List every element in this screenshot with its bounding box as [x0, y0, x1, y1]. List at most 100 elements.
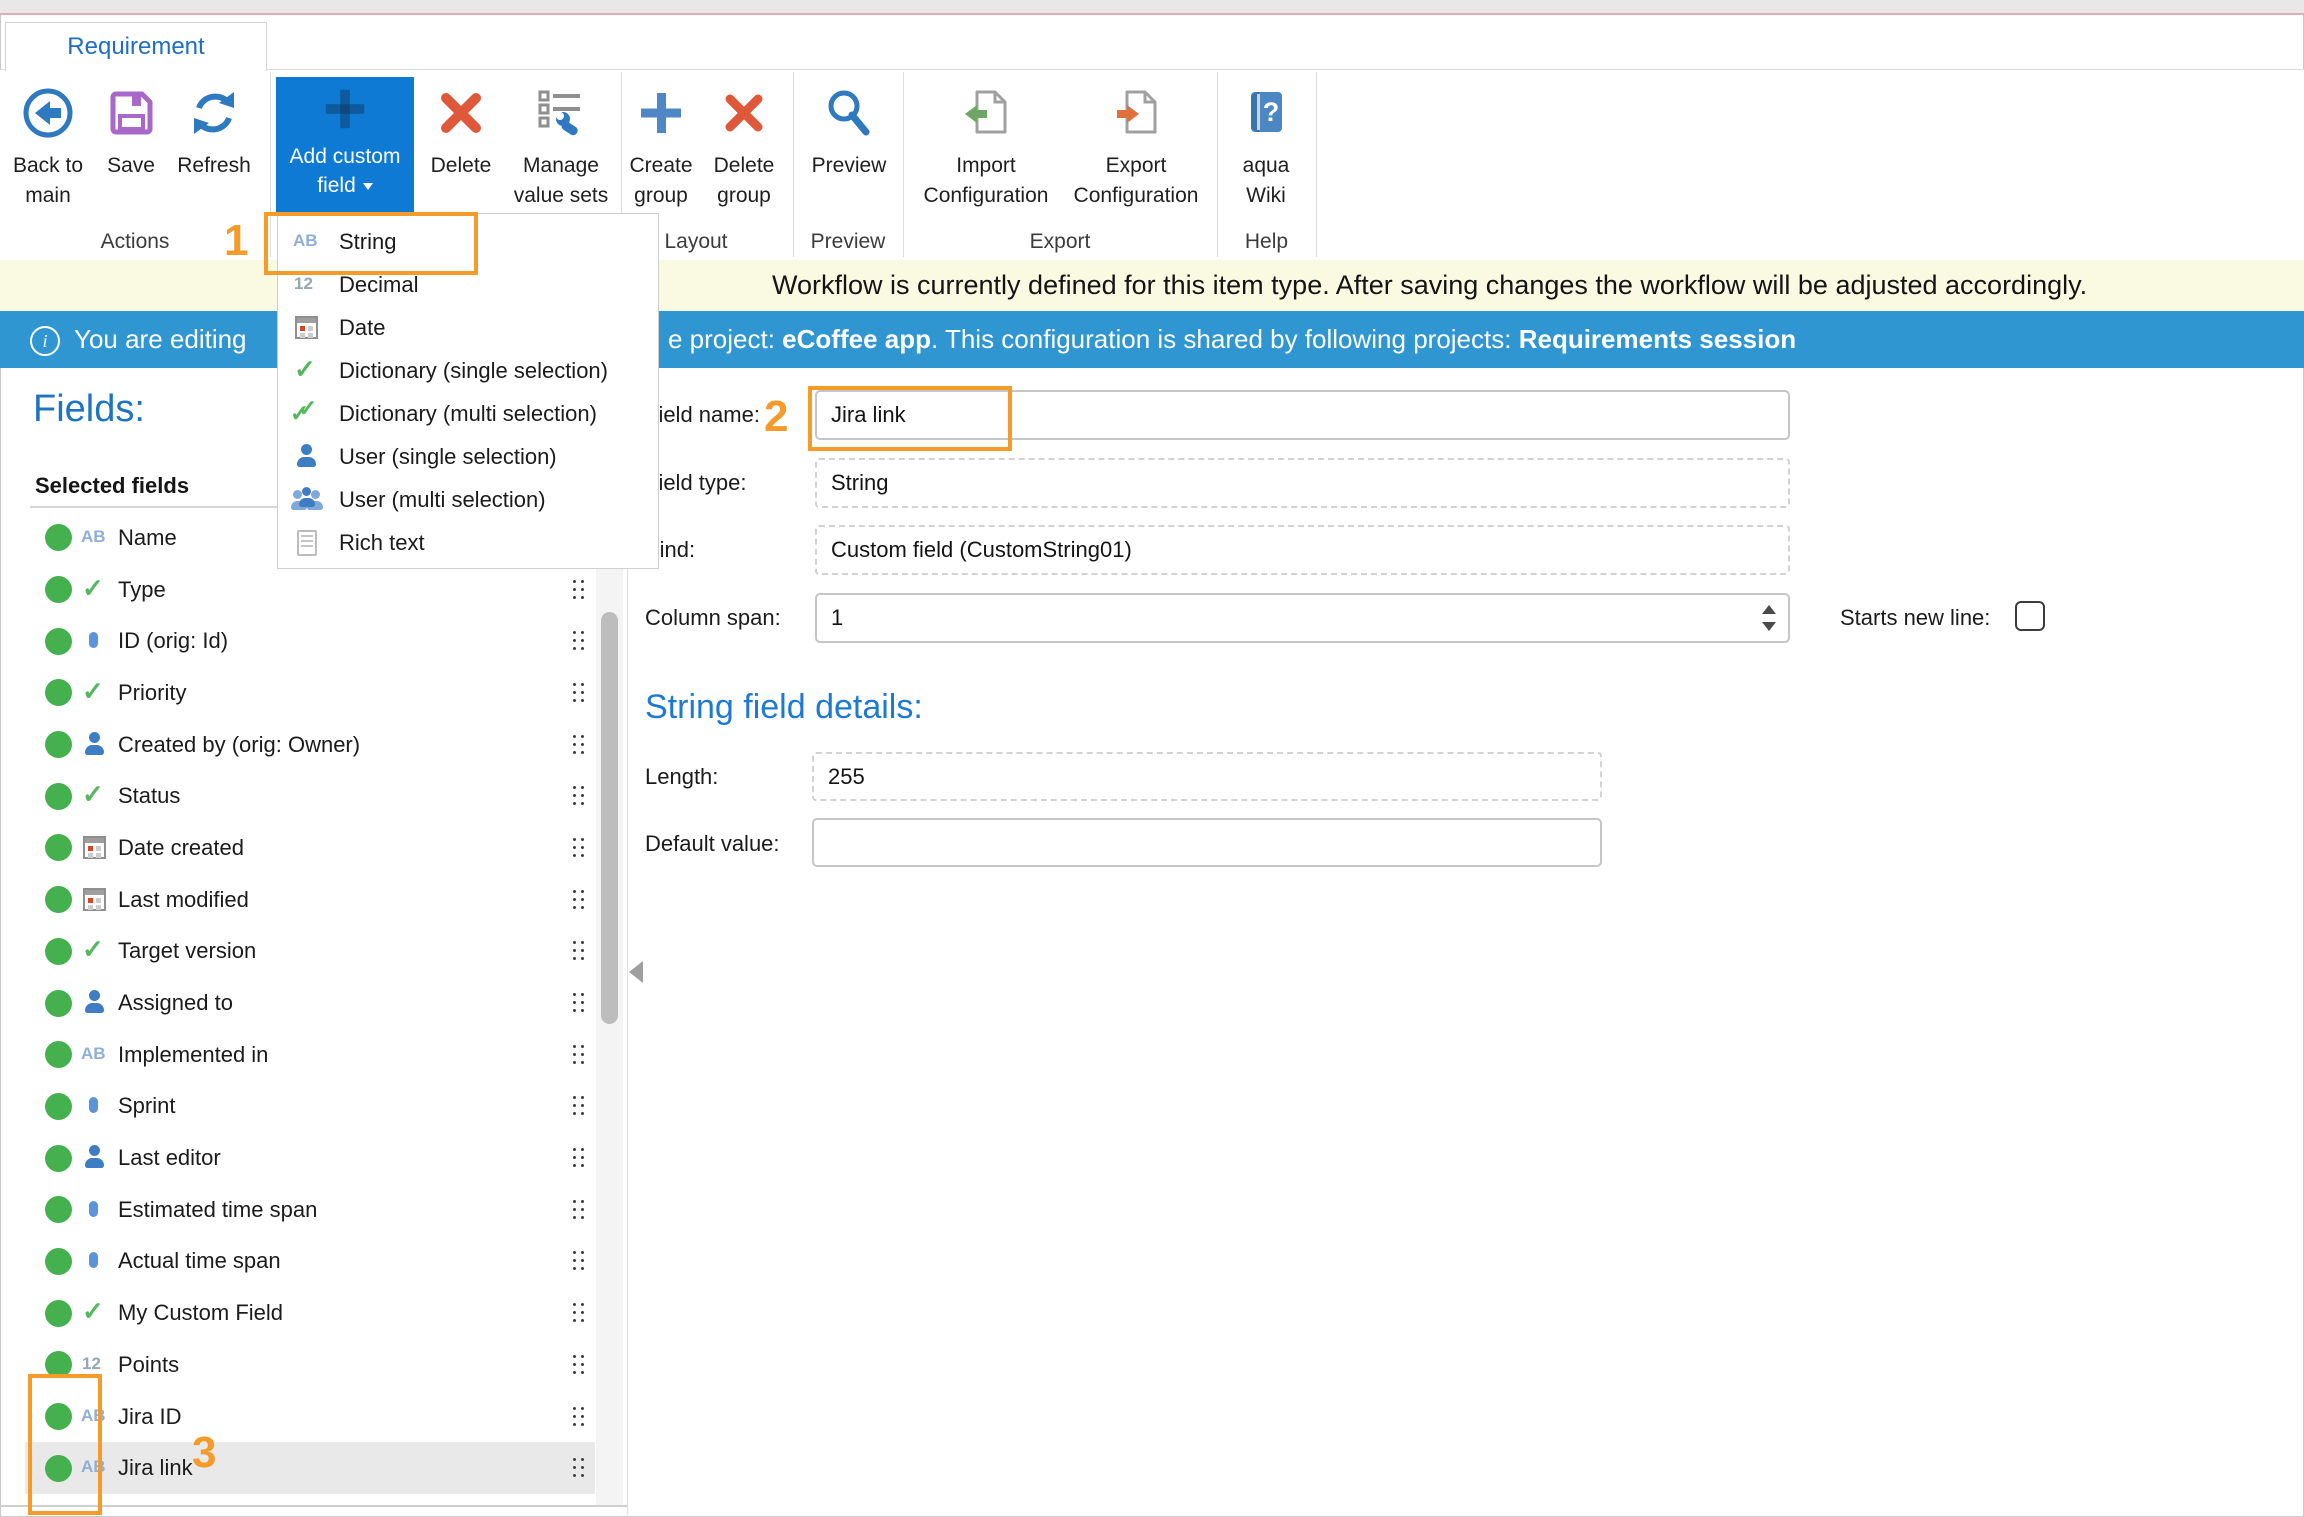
drag-handle-icon[interactable] [573, 1096, 585, 1116]
menu-item[interactable]: Rich text [278, 521, 658, 564]
dropdown-caret-icon [363, 183, 373, 190]
starts-new-line-checkbox[interactable] [2015, 601, 2045, 631]
drag-handle-icon[interactable] [573, 1251, 585, 1271]
field-row[interactable]: Estimated time span [25, 1184, 595, 1236]
drag-handle-icon[interactable] [573, 735, 585, 755]
tab-requirement[interactable]: Requirement [5, 22, 267, 71]
field-row[interactable]: My Custom Field [25, 1287, 595, 1339]
menu-item-label: Dictionary (multi selection) [339, 401, 597, 427]
drag-handle-icon[interactable] [573, 1303, 585, 1323]
default-value-input[interactable] [812, 818, 1602, 867]
selected-fields-label: Selected fields [35, 473, 189, 499]
pill-icon [80, 1093, 110, 1119]
menu-item[interactable]: User (single selection) [278, 435, 658, 478]
field-row-label: Jira ID [118, 1404, 182, 1430]
field-row[interactable]: Jira link [25, 1442, 595, 1494]
back-to-main-button[interactable]: Back to main [10, 78, 86, 211]
menu-item[interactable]: User (multi selection) [278, 478, 658, 521]
field-row-label: Created by (orig: Owner) [118, 732, 360, 758]
field-row[interactable]: Status [25, 770, 595, 822]
drag-handle-icon[interactable] [573, 1355, 585, 1375]
length-input: 255 [812, 752, 1602, 801]
field-row[interactable]: Type [25, 564, 595, 616]
annotation-box-3 [28, 1374, 102, 1515]
field-row[interactable]: Actual time span [25, 1236, 595, 1288]
field-row-label: Sprint [118, 1093, 175, 1119]
scrollbar-thumb[interactable] [601, 612, 618, 1024]
drag-handle-icon[interactable] [573, 1148, 585, 1168]
tab-label: Requirement [67, 33, 204, 61]
field-row[interactable]: Date created [25, 822, 595, 874]
button-label: Add custom [276, 142, 414, 171]
delete-button[interactable]: Delete [424, 78, 498, 181]
drag-handle-icon[interactable] [573, 838, 585, 858]
enabled-indicator [45, 1145, 72, 1172]
refresh-button[interactable]: Refresh [172, 78, 256, 181]
user-icon [292, 444, 322, 470]
menu-item[interactable]: Date [278, 306, 658, 349]
field-type-label: Field type: [645, 470, 747, 496]
field-row[interactable]: Sprint [25, 1081, 595, 1133]
field-type-input: String [815, 458, 1790, 508]
drag-handle-icon[interactable] [573, 1407, 585, 1427]
cal-icon [292, 315, 322, 341]
field-row[interactable]: Target version [25, 926, 595, 978]
group-label-preview: Preview [793, 230, 903, 254]
field-row[interactable]: Last editor [25, 1132, 595, 1184]
enabled-indicator [45, 679, 72, 706]
field-row[interactable]: Last modified [25, 874, 595, 926]
save-button[interactable]: Save [98, 78, 164, 181]
import-icon [960, 87, 1012, 139]
drag-handle-icon[interactable] [573, 1045, 585, 1065]
ab-icon [80, 525, 110, 551]
import-configuration-button[interactable]: Import Configuration [916, 78, 1056, 211]
delete-group-button[interactable]: Delete group [705, 78, 783, 211]
create-group-button[interactable]: Create group [625, 78, 697, 211]
cal-icon [80, 835, 110, 861]
menu-item[interactable]: Dictionary (multi selection) [278, 392, 658, 435]
drag-handle-icon[interactable] [573, 786, 585, 806]
warning-text: Workflow is currently defined for this i… [772, 260, 2087, 311]
back-icon [22, 87, 74, 139]
drag-handle-icon[interactable] [573, 1200, 585, 1220]
field-row[interactable]: Points [25, 1339, 595, 1391]
spinner-arrows-icon[interactable] [1756, 598, 1782, 638]
pill-icon [80, 1248, 110, 1274]
button-label: Wiki [1228, 181, 1304, 211]
drag-handle-icon[interactable] [573, 1458, 585, 1478]
drag-handle-icon[interactable] [573, 683, 585, 703]
annotation-box-2 [808, 386, 1012, 451]
field-row[interactable]: Implemented in [25, 1029, 595, 1081]
enabled-indicator [45, 886, 72, 913]
field-row[interactable]: Assigned to [25, 977, 595, 1029]
collapse-panel-icon[interactable] [629, 961, 643, 983]
button-label: Refresh [172, 151, 256, 181]
field-row[interactable]: Priority [25, 667, 595, 719]
aqua-wiki-button[interactable]: ? aqua Wiki [1228, 78, 1304, 211]
add-custom-field-button[interactable]: Add custom field [276, 77, 414, 214]
field-row[interactable]: ID (orig: Id) [25, 615, 595, 667]
menu-item[interactable]: Dictionary (single selection) [278, 349, 658, 392]
drag-handle-icon[interactable] [573, 993, 585, 1013]
field-row[interactable]: Created by (orig: Owner) [25, 719, 595, 771]
selected-fields-list: Name Type ID (orig: Id) Priority Created… [25, 512, 595, 1494]
button-label: Export [1066, 151, 1206, 181]
info-icon: i [30, 326, 60, 356]
drag-handle-icon[interactable] [573, 941, 585, 961]
drag-handle-icon[interactable] [573, 890, 585, 910]
default-value-label: Default value: [645, 831, 780, 857]
field-row-label: ID (orig: Id) [118, 628, 228, 654]
column-span-input[interactable]: 1 [815, 593, 1790, 643]
manage-value-sets-button[interactable]: Manage value sets [508, 78, 614, 211]
drag-handle-icon[interactable] [573, 580, 585, 600]
button-label: value sets [508, 181, 614, 211]
export-configuration-button[interactable]: Export Configuration [1066, 78, 1206, 211]
field-row[interactable]: Jira ID [25, 1391, 595, 1443]
field-row-label: Implemented in [118, 1042, 268, 1068]
info-text: e project: eCoffee app. This configurati… [668, 311, 1796, 368]
preview-button[interactable]: Preview [806, 78, 892, 181]
field-row-label: Date created [118, 835, 244, 861]
enabled-indicator [45, 783, 72, 810]
drag-handle-icon[interactable] [573, 631, 585, 651]
svg-text:?: ? [1263, 97, 1280, 127]
